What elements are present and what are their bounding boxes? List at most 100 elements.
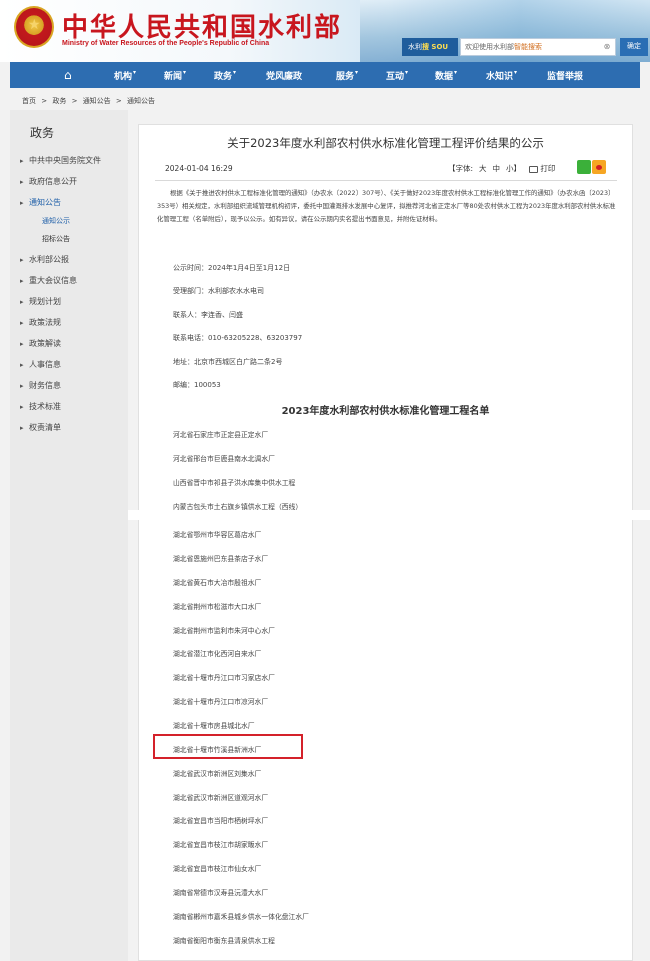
divider <box>155 180 617 181</box>
article-panel: 关于2023年度水利部农村供水标准化管理工程评价结果的公示 2024-01-04… <box>138 124 633 961</box>
sidebar-item-quanze[interactable]: ▸ 权责清单 <box>20 417 101 438</box>
breadcrumb-separator: > <box>115 97 122 105</box>
site-title[interactable]: 中华人民共和国水利部 <box>62 7 342 44</box>
arrow-right-icon: ▸ <box>20 403 24 411</box>
nav-item-jiandu[interactable]: 监督举报 <box>547 69 607 82</box>
nav-items: 机构▾ 新闻▾ 政务▾ 党风廉政 服务▾ 互动▾ 数据▾ 水知识▾ 监督举报 <box>114 69 607 82</box>
list-item: 湖北省宜昌市当阳市栖树坪水厂 <box>173 817 269 825</box>
sidebar-item-xinxigongkai[interactable]: ▸ 政府信息公开 <box>20 171 101 192</box>
list-item: 湖南省郴州市嘉禾县城乡供水一体化盘江水厂 <box>173 913 309 921</box>
arrow-right-icon: ▸ <box>20 382 24 390</box>
sidebar-item-huiyi[interactable]: ▸ 重大会议信息 <box>20 270 101 291</box>
sidebar-title: 政务 <box>30 126 55 140</box>
arrow-right-icon: ▸ <box>20 424 24 432</box>
home-icon[interactable]: ⌂ <box>64 68 78 82</box>
breadcrumb-zhengwu[interactable]: 政务 <box>52 97 66 105</box>
info-department: 受理部门：水利部农水水电司 <box>173 287 264 295</box>
nav-item-fuwu[interactable]: 服务▾ <box>336 69 386 82</box>
list-item: 湖北省恩施州巴东县茶店子水厂 <box>173 555 269 563</box>
nav-item-hudong[interactable]: 互动▾ <box>386 69 435 82</box>
sidebar: 政务 ▸ 中共中央国务院文件 ▸ 政府信息公开 ▸ 通知公告 通知公示 招标公告 ▸ 水… <box>10 110 128 961</box>
sidebar-item-caiwu[interactable]: ▸ 财务信息 <box>20 375 101 396</box>
article-paragraph: 根据《关于推进农村供水工程标准化管理的通知》（办农水〔2022〕307号）、《关… <box>157 189 616 223</box>
sidebar-item-biaozhun[interactable]: ▸ 技术标准 <box>20 396 101 417</box>
list-item: 湖南省常德市汉寿县沅澧大水厂 <box>173 889 269 897</box>
wechat-share-icon[interactable] <box>577 160 591 174</box>
nav-item-zhengwu[interactable]: 政务▾ <box>214 69 266 82</box>
national-emblem-icon[interactable] <box>14 6 54 48</box>
sidebar-item-fagui[interactable]: ▸ 政策法规 <box>20 312 101 333</box>
arrow-right-icon: ▸ <box>20 298 24 306</box>
search-input[interactable]: 欢迎使用水利部智能搜索 <box>460 38 616 56</box>
breadcrumb-separator: > <box>71 97 78 105</box>
list-item: 河北省石家庄市正定县正定水厂 <box>173 431 269 439</box>
info-contact: 联系人：李连香、闫盛 <box>173 311 243 319</box>
list-item: 湖北省武汉市新洲区刘集水厂 <box>173 770 262 778</box>
list-item: 湖北省武汉市新洲区道观河水厂 <box>173 794 269 802</box>
breadcrumb-notice[interactable]: 通知公告 <box>83 97 111 105</box>
nav-item-dangfeng[interactable]: 党风廉政 <box>266 69 336 82</box>
main-nav: ⌂ 机构▾ 新闻▾ 政务▾ 党风廉政 服务▾ 互动▾ 数据▾ 水知识▾ 监督举报 <box>10 62 640 88</box>
info-address: 地址：北京市西城区白广路二条2号 <box>173 358 283 366</box>
info-postcode: 邮编：100053 <box>173 381 221 389</box>
article-title: 关于2023年度水利部农村供水标准化管理工程评价结果的公示 <box>227 136 544 150</box>
list-item: 湖北省荆州市监利市朱河中心水厂 <box>173 627 275 635</box>
font-size-label: 【字体: <box>448 164 474 173</box>
arrow-right-icon: ▸ <box>20 277 24 285</box>
nav-item-jigou[interactable]: 机构▾ <box>114 69 164 82</box>
clear-icon[interactable]: ⊗ <box>602 42 612 52</box>
breadcrumb: 首页 > 政务 > 通知公告 > 通知公告 <box>22 96 158 106</box>
breadcrumb-notice-current[interactable]: 通知公告 <box>127 97 155 105</box>
search-logo: 水利搜 SOU <box>402 38 458 56</box>
font-large-button[interactable]: 大 <box>479 164 487 173</box>
info-phone: 联系电话：010-63205228、63203797 <box>173 334 303 342</box>
print-icon <box>529 165 539 173</box>
sidebar-item-gongbao[interactable]: ▸ 水利部公报 <box>20 249 101 270</box>
site-subtitle: Ministry of Water Resources of the Peopl… <box>62 40 270 47</box>
sidebar-subitem-zhaobiao[interactable]: 招标公告 <box>20 231 101 249</box>
arrow-right-icon: ▸ <box>20 199 24 207</box>
arrow-right-icon: ▸ <box>20 340 24 348</box>
list-item: 河北省邢台市巨鹿县南水北调水厂 <box>173 455 275 463</box>
search-button[interactable]: 确定 <box>620 38 648 56</box>
info-publicity-period: 公示时间：2024年1月4日至1月12日 <box>173 264 291 272</box>
sidebar-item-guihua[interactable]: ▸ 规划计划 <box>20 291 101 312</box>
arrow-right-icon: ▸ <box>20 157 24 165</box>
sidebar-item-zhonggong[interactable]: ▸ 中共中央国务院文件 <box>20 150 101 171</box>
breadcrumb-home[interactable]: 首页 <box>22 97 36 105</box>
list-item: 湖北省宜昌市枝江市仙女水厂 <box>173 865 262 873</box>
print-button[interactable]: 打印 <box>529 164 561 173</box>
list-item: 山西省晋中市祁县子洪水库集中供水工程 <box>173 479 296 487</box>
font-small-button[interactable]: 小】 <box>506 164 521 173</box>
list-item: 湖南省衡阳市衡东县清泉供水工程 <box>173 937 275 945</box>
list-item: 湖北省鄂州市华容区葛店水厂 <box>173 531 262 539</box>
nav-item-shuizhishi[interactable]: 水知识▾ <box>486 69 547 82</box>
nav-item-shuju[interactable]: 数据▾ <box>435 69 486 82</box>
list-item: 湖北省十堰市房县城北水厂 <box>173 722 255 730</box>
list-item: 湖北省十堰市丹江口市习家店水厂 <box>173 674 275 682</box>
article-date: 2024-01-04 16:29 <box>165 164 233 173</box>
site-header: 中华人民共和国水利部 Ministry of Water Resources o… <box>0 0 650 62</box>
sidebar-item-renshi[interactable]: ▸ 人事信息 <box>20 354 101 375</box>
list-item: 湖北省黄石市大冶市殷祖水厂 <box>173 579 262 587</box>
sidebar-list: ▸ 中共中央国务院文件 ▸ 政府信息公开 ▸ 通知公告 通知公示 招标公告 ▸ 水利部公… <box>20 150 101 438</box>
list-item: 湖北省十堰市丹江口市凉河水厂 <box>173 698 269 706</box>
list-item: 湖北省宜昌市枝江市胡家畈水厂 <box>173 841 269 849</box>
list-title: 2023年度水利部农村供水标准化管理工程名单 <box>281 406 490 417</box>
search-bar: 水利搜 SOU 欢迎使用水利部智能搜索 ⊗ 确定 <box>402 38 648 56</box>
sidebar-item-tongzhi[interactable]: ▸ 通知公告 <box>20 192 101 213</box>
arrow-right-icon: ▸ <box>20 319 24 327</box>
font-medium-button[interactable]: 中 <box>493 164 501 173</box>
highlight-annotation <box>153 734 303 759</box>
list-item: 湖北省潜江市化西河自来水厂 <box>173 650 262 658</box>
arrow-right-icon: ▸ <box>20 361 24 369</box>
sidebar-item-jiedu[interactable]: ▸ 政策解读 <box>20 333 101 354</box>
weibo-share-icon[interactable] <box>592 160 606 174</box>
article-tools: 【字体: 大中小】 打印 <box>448 163 567 174</box>
sidebar-subitem-tongzhigongshi[interactable]: 通知公示 <box>20 213 101 231</box>
screenshot-seam <box>128 510 650 520</box>
nav-item-xinwen[interactable]: 新闻▾ <box>164 69 214 82</box>
arrow-right-icon: ▸ <box>20 178 24 186</box>
breadcrumb-separator: > <box>41 97 48 105</box>
list-item: 湖北省荆州市松滋市大口水厂 <box>173 603 262 611</box>
